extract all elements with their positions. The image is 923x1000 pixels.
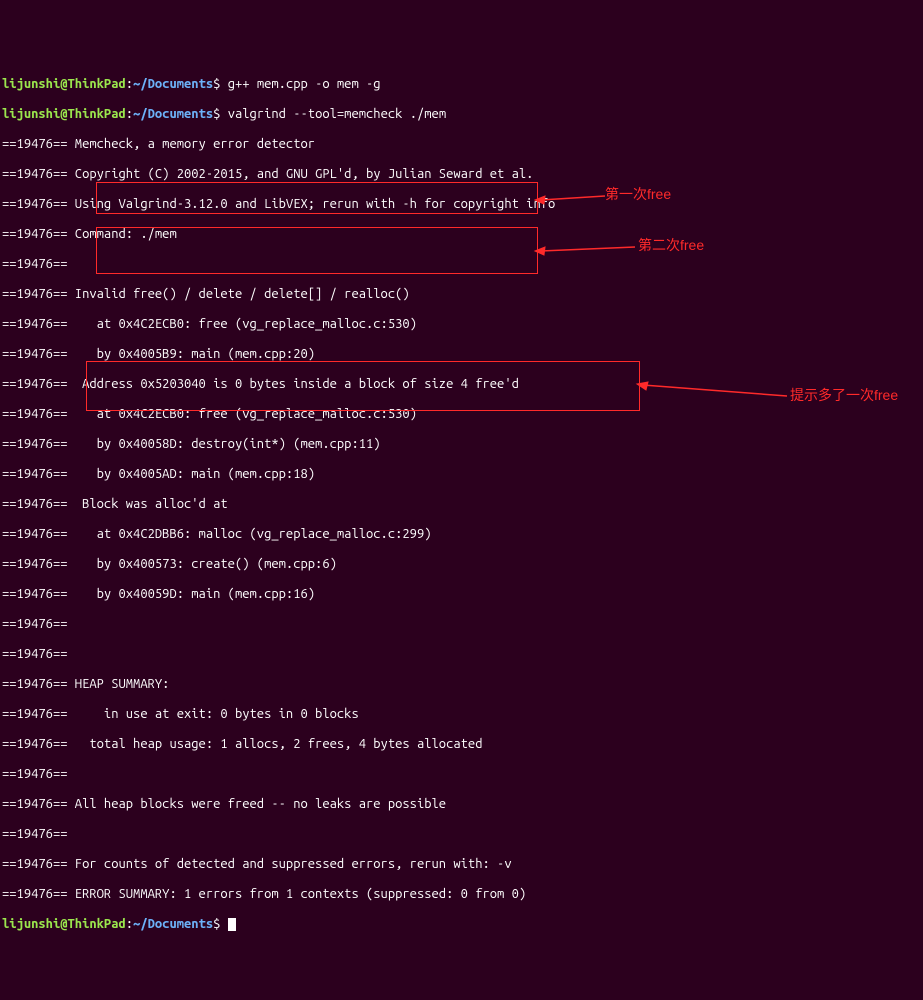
output-line: ==19476== ERROR SUMMARY: 1 errors from 1… xyxy=(2,887,921,902)
output-line: ==19476== by 0x4005AD: main (mem.cpp:18) xyxy=(2,467,921,482)
annotation-arrow-icon xyxy=(535,241,635,257)
output-line: ==19476== by 0x4005B9: main (mem.cpp:20) xyxy=(2,347,921,362)
output-line: ==19476== at 0x4C2ECB0: free (vg_replace… xyxy=(2,317,921,332)
output-line: ==19476== xyxy=(2,257,921,272)
cwd-path: ~/Documents xyxy=(133,77,213,91)
output-line: ==19476== Command: ./mem xyxy=(2,227,921,242)
user-host: lijunshi@ThinkPad xyxy=(2,107,126,121)
cwd-path: ~/Documents xyxy=(133,107,213,121)
output-line: ==19476== at 0x4C2ECB0: free (vg_replace… xyxy=(2,407,921,422)
output-line: ==19476== by 0x40058D: destroy(int*) (me… xyxy=(2,437,921,452)
command-text: valgrind --tool=memcheck ./mem xyxy=(228,107,446,121)
output-line: ==19476== Block was alloc'd at xyxy=(2,497,921,512)
output-line: ==19476== Copyright (C) 2002-2015, and G… xyxy=(2,167,921,182)
annotation-label: 第一次free xyxy=(605,187,671,202)
output-line: ==19476== at 0x4C2DBB6: malloc (vg_repla… xyxy=(2,527,921,542)
output-line: ==19476== xyxy=(2,617,921,632)
output-line: ==19476== in use at exit: 0 bytes in 0 b… xyxy=(2,707,921,722)
output-line: ==19476== HEAP SUMMARY: xyxy=(2,677,921,692)
output-line: ==19476== Invalid free() / delete / dele… xyxy=(2,287,921,302)
user-host: lijunshi@ThinkPad xyxy=(2,77,126,91)
output-line: ==19476== xyxy=(2,647,921,662)
output-line: ==19476== Memcheck, a memory error detec… xyxy=(2,137,921,152)
output-line: ==19476== Using Valgrind-3.12.0 and LibV… xyxy=(2,197,921,212)
prompt-line: lijunshi@ThinkPad:~/Documents$ valgrind … xyxy=(2,107,921,122)
output-line: ==19476== Address 0x5203040 is 0 bytes i… xyxy=(2,377,921,392)
output-line: ==19476== For counts of detected and sup… xyxy=(2,857,921,872)
output-line: ==19476== All heap blocks were freed -- … xyxy=(2,797,921,812)
output-line: ==19476== by 0x400573: create() (mem.cpp… xyxy=(2,557,921,572)
prompt-line: lijunshi@ThinkPad:~/Documents$ xyxy=(2,917,921,932)
user-host: lijunshi@ThinkPad xyxy=(2,917,126,931)
output-line: ==19476== by 0x40059D: main (mem.cpp:16) xyxy=(2,587,921,602)
output-line: ==19476== xyxy=(2,827,921,842)
output-line: ==19476== xyxy=(2,767,921,782)
annotation-label: 提示多了一次free xyxy=(790,388,898,403)
prompt-line: lijunshi@ThinkPad:~/Documents$ g++ mem.c… xyxy=(2,77,921,92)
output-line: ==19476== total heap usage: 1 allocs, 2 … xyxy=(2,737,921,752)
cwd-path: ~/Documents xyxy=(133,917,213,931)
terminal-window[interactable]: lijunshi@ThinkPad:~/Documents$ g++ mem.c… xyxy=(0,60,923,1000)
annotation-label: 第二次free xyxy=(638,238,704,253)
command-text: g++ mem.cpp -o mem -g xyxy=(228,77,381,91)
cursor-block xyxy=(228,918,236,931)
